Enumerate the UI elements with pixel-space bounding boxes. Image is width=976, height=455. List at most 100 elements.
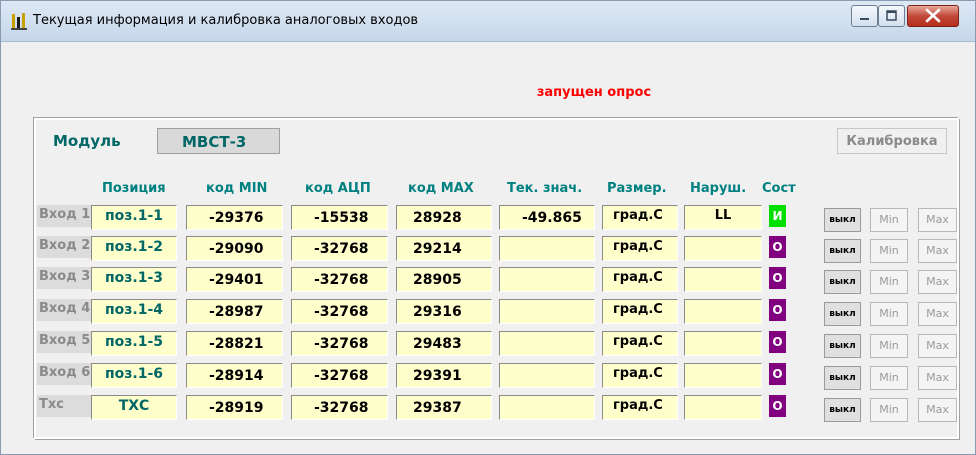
- row-label: Тхс: [37, 395, 91, 417]
- position-field[interactable]: поз.1-5: [91, 331, 177, 356]
- off-button[interactable]: выкл: [824, 302, 861, 326]
- row-label: Вход 5: [37, 331, 91, 353]
- maximize-icon: [886, 10, 897, 21]
- code-adc-field[interactable]: -32768: [291, 363, 388, 388]
- close-icon: [925, 8, 941, 23]
- min-calibrate-button[interactable]: Min: [870, 239, 908, 263]
- state-indicator: О: [769, 299, 786, 321]
- close-button[interactable]: [907, 5, 959, 27]
- title-bar: Текущая информация и калибровка аналогов…: [1, 1, 975, 42]
- window-title: Текущая информация и калибровка аналогов…: [33, 13, 419, 28]
- unit-field[interactable]: град.С: [602, 205, 678, 230]
- off-button[interactable]: выкл: [824, 239, 861, 263]
- unit-field[interactable]: град.С: [602, 331, 678, 356]
- min-calibrate-button[interactable]: Min: [870, 334, 908, 358]
- app-window: Текущая информация и калибровка аналогов…: [0, 0, 976, 455]
- state-indicator: О: [769, 331, 786, 353]
- code-adc-field[interactable]: -32768: [291, 331, 388, 356]
- fault-field[interactable]: LL: [684, 205, 762, 230]
- unit-field[interactable]: град.С: [602, 395, 678, 420]
- state-indicator: О: [769, 267, 786, 289]
- code-max-field[interactable]: 29391: [396, 363, 492, 388]
- min-calibrate-button[interactable]: Min: [870, 270, 908, 294]
- code-min-field[interactable]: -28987: [186, 299, 283, 324]
- row-label: Вход 1: [37, 205, 91, 227]
- module-label: Модуль: [53, 132, 121, 150]
- unit-field[interactable]: град.С: [602, 267, 678, 292]
- min-calibrate-button[interactable]: Min: [870, 366, 908, 390]
- max-calibrate-button[interactable]: Max: [918, 302, 957, 326]
- state-indicator: И: [769, 205, 786, 227]
- position-field[interactable]: поз.1-6: [91, 363, 177, 388]
- position-field[interactable]: поз.1-2: [91, 236, 177, 261]
- code-adc-field[interactable]: -32768: [291, 236, 388, 261]
- position-field[interactable]: поз.1-1: [91, 205, 177, 230]
- off-button[interactable]: выкл: [824, 208, 861, 232]
- state-indicator: О: [769, 236, 786, 258]
- min-calibrate-button[interactable]: Min: [870, 208, 908, 232]
- fault-field[interactable]: [684, 331, 762, 356]
- position-field[interactable]: поз.1-4: [91, 299, 177, 324]
- maximize-button[interactable]: [878, 5, 905, 27]
- max-calibrate-button[interactable]: Max: [918, 208, 957, 232]
- max-calibrate-button[interactable]: Max: [918, 270, 957, 294]
- code-min-field[interactable]: -28914: [186, 363, 283, 388]
- max-calibrate-button[interactable]: Max: [918, 366, 957, 390]
- minimize-icon: [860, 18, 869, 20]
- col-header-unit: Размер.: [607, 181, 667, 196]
- fault-field[interactable]: [684, 236, 762, 261]
- code-max-field[interactable]: 29316: [396, 299, 492, 324]
- row-label: Вход 2: [37, 236, 91, 258]
- min-calibrate-button[interactable]: Min: [870, 302, 908, 326]
- unit-field[interactable]: град.С: [602, 236, 678, 261]
- position-field[interactable]: ТХС: [91, 395, 177, 420]
- code-min-field[interactable]: -29376: [186, 205, 283, 230]
- off-button[interactable]: выкл: [824, 398, 861, 422]
- fault-field[interactable]: [684, 299, 762, 324]
- code-max-field[interactable]: 28928: [396, 205, 492, 230]
- status-text: запущен опрос: [536, 85, 652, 100]
- code-max-field[interactable]: 29387: [396, 395, 492, 420]
- minimize-button[interactable]: [851, 5, 878, 27]
- code-adc-field[interactable]: -32768: [291, 395, 388, 420]
- code-max-field[interactable]: 29483: [396, 331, 492, 356]
- code-adc-field[interactable]: -32768: [291, 299, 388, 324]
- state-indicator: О: [769, 395, 786, 417]
- current-value-field[interactable]: [499, 395, 595, 420]
- off-button[interactable]: выкл: [824, 366, 861, 390]
- off-button[interactable]: выкл: [824, 270, 861, 294]
- current-value-field[interactable]: [499, 267, 595, 292]
- current-value-field[interactable]: [499, 236, 595, 261]
- current-value-field[interactable]: [499, 299, 595, 324]
- code-max-field[interactable]: 28905: [396, 267, 492, 292]
- fault-field[interactable]: [684, 267, 762, 292]
- unit-field[interactable]: град.С: [602, 299, 678, 324]
- code-max-field[interactable]: 29214: [396, 236, 492, 261]
- col-header-current: Тек. знач.: [507, 181, 583, 196]
- unit-field[interactable]: град.С: [602, 363, 678, 388]
- code-min-field[interactable]: -28919: [186, 395, 283, 420]
- code-adc-field[interactable]: -15538: [291, 205, 388, 230]
- off-button[interactable]: выкл: [824, 334, 861, 358]
- col-header-fault: Наруш.: [690, 181, 747, 196]
- max-calibrate-button[interactable]: Max: [918, 334, 957, 358]
- min-calibrate-button[interactable]: Min: [870, 398, 908, 422]
- current-value-field[interactable]: -49.865: [499, 205, 595, 230]
- code-min-field[interactable]: -28821: [186, 331, 283, 356]
- current-value-field[interactable]: [499, 331, 595, 356]
- fault-field[interactable]: [684, 363, 762, 388]
- max-calibrate-button[interactable]: Max: [918, 239, 957, 263]
- state-indicator: О: [769, 363, 786, 385]
- app-bars-icon: [11, 13, 27, 30]
- code-adc-field[interactable]: -32768: [291, 267, 388, 292]
- col-header-code-max: код MAX: [408, 181, 474, 196]
- max-calibrate-button[interactable]: Max: [918, 398, 957, 422]
- code-min-field[interactable]: -29090: [186, 236, 283, 261]
- col-header-code-adc: код АЦП: [305, 181, 371, 196]
- position-field[interactable]: поз.1-3: [91, 267, 177, 292]
- current-value-field[interactable]: [499, 363, 595, 388]
- row-label: Вход 6: [37, 363, 91, 385]
- module-value: МВСТ-3: [157, 128, 280, 154]
- code-min-field[interactable]: -29401: [186, 267, 283, 292]
- fault-field[interactable]: [684, 395, 762, 420]
